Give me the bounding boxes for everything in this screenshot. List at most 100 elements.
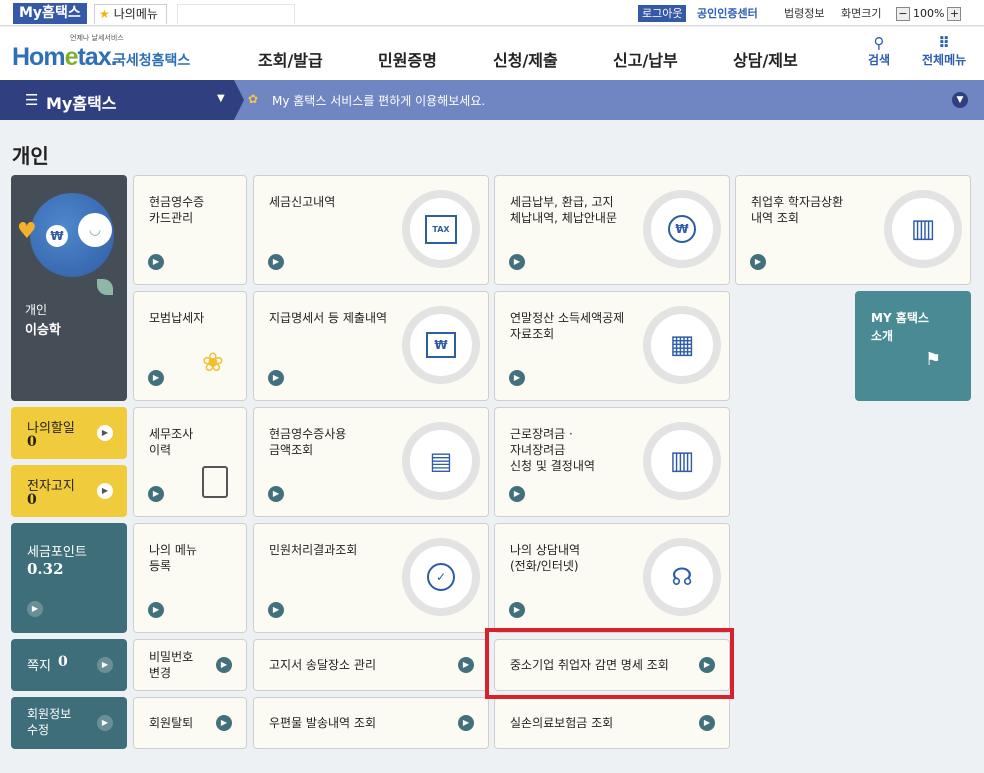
- memo-label: 쪽지: [27, 659, 51, 674]
- arrow-right-icon[interactable]: ▶: [699, 715, 715, 731]
- tab-my-menu[interactable]: ★ 나의메뉴: [94, 4, 167, 24]
- card-student-loan-history[interactable]: 취업후 학자금상환 내역 조회 ▥ ▶: [735, 175, 971, 285]
- arrow-right-icon[interactable]: ▶: [750, 254, 766, 270]
- card-tax-report-history[interactable]: 세금신고내역 TAX ▶: [253, 175, 489, 285]
- card-tax-audit-history[interactable]: 세무조사 이력 ▶: [133, 407, 247, 517]
- card-my-consultation[interactable]: 나의 상담내역 (전화/인터넷) ☊ ▶: [494, 523, 730, 633]
- card-label: 연말정산 소득세액공제 자료조회: [510, 311, 625, 341]
- nav-item-certificate[interactable]: 민원증명: [378, 47, 437, 71]
- card-label: 세금신고내역: [269, 195, 336, 209]
- arrow-right-icon[interactable]: ▶: [216, 657, 232, 673]
- chevron-right-icon[interactable]: ▶: [27, 601, 43, 617]
- chevron-right-icon[interactable]: ▶: [97, 425, 113, 441]
- arrow-right-icon[interactable]: ▶: [148, 602, 164, 618]
- nav-item-consult[interactable]: 상담/제보: [733, 47, 798, 71]
- card-mail-history[interactable]: 우편물 발송내역 조회 ▶: [253, 697, 489, 749]
- all-menu-button[interactable]: ⠿ 전체메뉴: [922, 35, 966, 68]
- card-tax-payment-history[interactable]: 세금납부, 환급, 고지 체납내역, 체납안내문 ₩ ▶: [494, 175, 730, 285]
- arrow-right-icon[interactable]: ▶: [268, 254, 284, 270]
- card-label: 비밀번호 변경: [149, 650, 194, 680]
- card-cash-receipt-card[interactable]: 현금영수증 카드관리 ▶: [133, 175, 247, 285]
- arrow-right-icon[interactable]: ▶: [268, 370, 284, 386]
- header: 언제나 날세서비스 Hometax. 국세청홈택스 조회/발급 민원증명 신청/…: [0, 27, 984, 80]
- cert-center-link[interactable]: 공인인증센터: [697, 5, 758, 22]
- notebook-icon: [202, 466, 228, 498]
- card-payment-statement-history[interactable]: 지급명세서 등 제출내역 ₩ ▶: [253, 291, 489, 401]
- documents-won-icon: ₩: [402, 306, 480, 384]
- won-coin-icon: ₩: [643, 190, 721, 268]
- leaf-icon: [97, 279, 113, 295]
- arrow-right-icon[interactable]: ▶: [268, 486, 284, 502]
- open-book-icon: ▥: [884, 190, 962, 268]
- zoom-control: − 100% +: [896, 6, 962, 21]
- arrow-right-icon[interactable]: ▶: [509, 486, 525, 502]
- card-label: 세금납부, 환급, 고지 체납내역, 체납안내문: [510, 195, 617, 225]
- tab-my-hometax[interactable]: My홈택스: [13, 3, 87, 24]
- card-notice-delivery[interactable]: 고지서 송달장소 관리 ▶: [253, 639, 489, 691]
- zoom-in-button[interactable]: +: [947, 6, 962, 21]
- hamburger-icon[interactable]: ☰: [25, 91, 38, 109]
- card-register-my-menu[interactable]: 나의 메뉴 등록 ▶: [133, 523, 247, 633]
- arrow-right-icon[interactable]: ▶: [458, 657, 474, 673]
- card-label: 회원탈퇴: [149, 716, 194, 730]
- chevron-right-icon[interactable]: ▶: [97, 483, 113, 499]
- nav-item-apply[interactable]: 신청/제출: [493, 47, 558, 71]
- flower-icon: ✿: [248, 92, 259, 106]
- heart-icon: ♥: [17, 219, 37, 244]
- chevron-down-icon[interactable]: ▼: [217, 93, 225, 104]
- todo-count: 0: [27, 434, 37, 450]
- profile-illustration: ₩ ◡: [30, 193, 114, 277]
- search-button[interactable]: ⚲ 검색: [868, 35, 890, 68]
- arrow-right-icon[interactable]: ▶: [458, 715, 474, 731]
- arrow-right-icon[interactable]: ▶: [268, 602, 284, 618]
- check-circle-icon: ✓: [402, 538, 480, 616]
- arrow-right-icon[interactable]: ▶: [509, 254, 525, 270]
- tab-empty[interactable]: [177, 4, 295, 24]
- zoom-out-button[interactable]: −: [896, 6, 910, 21]
- card-model-taxpayer[interactable]: 모범납세자 ❀ ▶: [133, 291, 247, 401]
- card-year-end-settlement[interactable]: 연말정산 소득세액공제 자료조회 ▦ ▶: [494, 291, 730, 401]
- arrow-right-icon[interactable]: ▶: [148, 486, 164, 502]
- arrow-right-icon[interactable]: ▶: [148, 254, 164, 270]
- documents-won-symbol: ₩: [426, 332, 456, 358]
- chevron-right-icon[interactable]: ▶: [97, 715, 113, 731]
- nav-item-inquiry[interactable]: 조회/발급: [258, 47, 323, 71]
- logo-wordmark: Hometax.: [12, 43, 118, 72]
- member-info-label: 회원정보 수정: [27, 707, 72, 737]
- logo-tagline: 언제나 날세서비스: [70, 34, 124, 42]
- nav-item-report[interactable]: 신고/납부: [613, 47, 678, 71]
- my-hometax-intro-box[interactable]: MY 홈택스 소개 ⚑: [855, 291, 971, 401]
- hometax-logo[interactable]: 언제나 날세서비스 Hometax. 국세청홈택스: [10, 33, 200, 77]
- e-notice-box[interactable]: 전자고지 0 ▶: [11, 465, 127, 517]
- member-info-box[interactable]: 회원정보 수정 ▶: [11, 697, 127, 749]
- card-cash-receipt-amount[interactable]: 현금영수증사용 금액조회 ▤ ▶: [253, 407, 489, 517]
- profile-name: 이승학: [25, 323, 61, 338]
- card-change-password[interactable]: 비밀번호 변경 ▶: [133, 639, 247, 691]
- signpost-icon: ⚑: [925, 349, 942, 370]
- card-label: 현금영수증사용 금액조회: [269, 427, 347, 457]
- chevron-right-icon[interactable]: ▶: [97, 657, 113, 673]
- card-civil-result[interactable]: 민원처리결과조회 ✓ ▶: [253, 523, 489, 633]
- arrow-right-icon[interactable]: ▶: [216, 715, 232, 731]
- card-label: 취업후 학자금상환 내역 조회: [751, 195, 844, 225]
- card-medical-insurance[interactable]: 실손의료보험금 조회 ▶: [494, 697, 730, 749]
- todo-box[interactable]: 나의할일 0 ▶: [11, 407, 127, 459]
- tab-my-menu-label: 나의메뉴: [113, 7, 158, 21]
- card-earned-income-credit[interactable]: 근로장려금 · 자녀장려금 신청 및 결정내역 ▥ ▶: [494, 407, 730, 517]
- logo-part-3: tax.: [77, 43, 117, 71]
- my-hometax-bar: ☰ My홈택스 ▼ ✿ My 홈택스 서비스를 편하게 이용해보세요. ▼: [0, 80, 984, 120]
- memo-box[interactable]: 쪽지 0 ▶: [11, 639, 127, 691]
- tax-points-box[interactable]: 세금포인트 0.32 ▶: [11, 523, 127, 633]
- law-info-link[interactable]: 법령정보: [784, 5, 824, 22]
- profile-type: 개인: [25, 303, 48, 317]
- my-hometax-intro-label: MY 홈택스 소개: [871, 311, 929, 343]
- logo-part-2: e: [64, 43, 79, 71]
- zoom-value: 100%: [913, 7, 945, 20]
- logout-button[interactable]: 로그아웃: [638, 5, 687, 22]
- headset-icon: ☊: [643, 538, 721, 616]
- arrow-right-icon[interactable]: ▶: [509, 370, 525, 386]
- arrow-right-icon[interactable]: ▶: [148, 370, 164, 386]
- bar-toggle-button[interactable]: ▼: [952, 92, 968, 108]
- arrow-right-icon[interactable]: ▶: [509, 602, 525, 618]
- card-withdraw-membership[interactable]: 회원탈퇴 ▶: [133, 697, 247, 749]
